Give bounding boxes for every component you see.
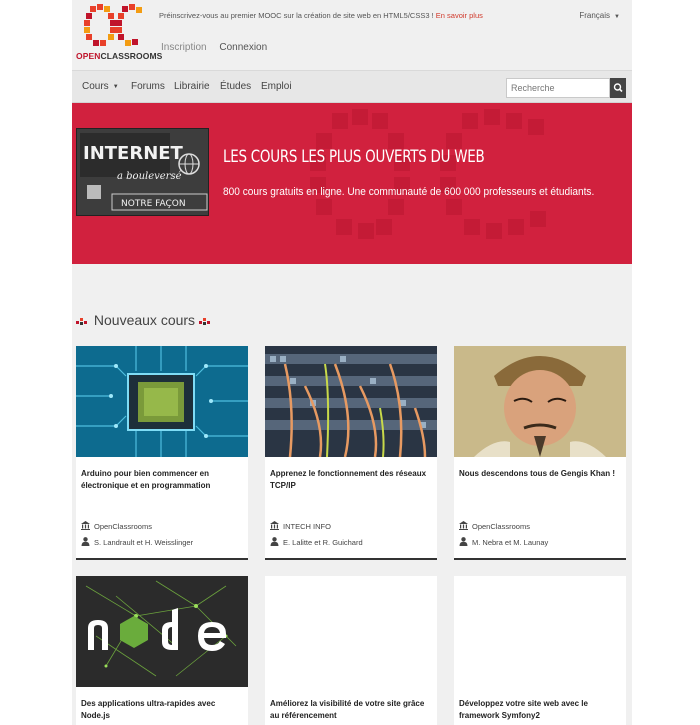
hero-image-line-3: NOTRE FAÇON (121, 199, 186, 209)
course-thumbnail (76, 346, 248, 457)
caret-down-icon: ▼ (112, 84, 119, 90)
language-selector[interactable]: Français ▼ (579, 11, 620, 20)
promo-banner: Préinscrivez-vous au premier MOOC sur la… (159, 11, 483, 20)
course-title[interactable]: Améliorez la visibilité de votre site gr… (270, 698, 432, 722)
card-bottom-bar (76, 558, 248, 560)
course-authors-label: S. Landrault et H. Weisslinger (94, 538, 194, 547)
login-link[interactable]: Connexion (219, 42, 267, 53)
user-icon (81, 537, 90, 546)
card-bottom-bar (454, 558, 626, 560)
pixel-deco-icon (76, 315, 90, 325)
course-org-label: OpenClassrooms (472, 522, 530, 531)
course-thumbnail (265, 576, 437, 687)
course-org: OpenClassrooms (81, 521, 152, 531)
course-authors: M. Nebra et M. Launay (459, 537, 548, 547)
course-card[interactable]: Des applications ultra-rapides avec Node… (76, 576, 248, 725)
network-cables-image (265, 346, 437, 457)
promo-link[interactable]: En savoir plus (436, 11, 483, 20)
oc-logo-icon (84, 4, 142, 46)
course-authors: E. Lalitte et R. Guichard (270, 537, 363, 547)
search-form (506, 78, 626, 98)
genghis-portrait-image (454, 346, 626, 457)
course-title[interactable]: Arduino pour bien commencer en électroni… (81, 468, 243, 492)
hero-banner: INTERNET a bouleversé NOTRE FAÇON LES CO… (72, 103, 632, 264)
course-title[interactable]: Apprenez le fonctionnement des réseaux T… (270, 468, 432, 492)
nav-item-forums[interactable]: Forums (131, 81, 165, 92)
main-nav: Cours ▼ Forums Librairie Études Emploi (72, 70, 632, 103)
course-org: OpenClassrooms (459, 521, 530, 531)
logo-wordmark-classrooms: CLASSROOMS (100, 51, 163, 61)
course-thumbnail (454, 576, 626, 687)
course-title[interactable]: Des applications ultra-rapides avec Node… (81, 698, 243, 722)
auth-links: Inscription Connexion (161, 42, 277, 53)
search-button[interactable] (610, 78, 626, 98)
pixel-deco-icon (198, 315, 213, 325)
course-authors-label: E. Lalitte et R. Guichard (283, 538, 363, 547)
course-card[interactable]: Nous descendons tous de Gengis Khan ! Op… (454, 346, 626, 560)
institution-icon (81, 521, 90, 530)
course-thumbnail (265, 346, 437, 457)
course-org: INTECH INFO (270, 521, 331, 531)
site-header: OPENCLASSROOMS Préinscrivez-vous au prem… (72, 0, 632, 70)
caret-down-icon: ▼ (614, 14, 620, 20)
circuit-chip-image (76, 346, 248, 457)
language-label: Français (579, 11, 611, 20)
search-icon (613, 83, 623, 93)
course-card[interactable]: Améliorez la visibilité de votre site gr… (265, 576, 437, 725)
hero-image: INTERNET a bouleversé NOTRE FAÇON (76, 128, 209, 216)
course-authors: S. Landrault et H. Weisslinger (81, 537, 193, 547)
course-title[interactable]: Nous descendons tous de Gengis Khan ! (459, 468, 621, 480)
card-bottom-bar (265, 558, 437, 560)
oc-watermark (310, 109, 546, 239)
hero-title: LES COURS LES PLUS OUVERTS DU WEB (223, 147, 485, 167)
user-icon (270, 537, 279, 546)
hero-image-line-2: a bouleversé (117, 171, 182, 182)
course-card[interactable]: Apprenez le fonctionnement des réseaux T… (265, 346, 437, 560)
course-thumbnail (454, 346, 626, 457)
nav-item-emploi[interactable]: Emploi (261, 81, 292, 92)
logo-wordmark: OPENCLASSROOMS (76, 51, 162, 61)
nav-item-cours[interactable]: Cours ▼ (82, 81, 119, 92)
section-title: Nouveaux cours (76, 312, 213, 330)
openclassrooms-logo[interactable]: OPENCLASSROOMS (76, 4, 162, 62)
course-authors-label: M. Nebra et M. Launay (472, 538, 549, 547)
course-card[interactable]: Développez votre site web avec le framew… (454, 576, 626, 725)
logo-wordmark-open: OPEN (76, 51, 101, 61)
course-card[interactable]: Arduino pour bien commencer en électroni… (76, 346, 248, 560)
hero-image-line-1: INTERNET (83, 143, 184, 164)
hero-image-art: INTERNET a bouleversé NOTRE FAÇON (77, 129, 208, 215)
search-input[interactable] (506, 78, 610, 98)
page-container: OPENCLASSROOMS Préinscrivez-vous au prem… (72, 0, 632, 725)
course-org-label: INTECH INFO (283, 522, 331, 531)
section-title-text: Nouveaux cours (93, 312, 196, 328)
course-org-label: OpenClassrooms (94, 522, 152, 531)
institution-icon (459, 521, 468, 530)
user-icon (459, 537, 468, 546)
nav-item-cours-label: Cours (82, 81, 109, 92)
course-title[interactable]: Développez votre site web avec le framew… (459, 698, 621, 722)
promo-text: Préinscrivez-vous au premier MOOC sur la… (159, 11, 434, 20)
nav-item-etudes[interactable]: Études (220, 81, 251, 92)
course-thumbnail (76, 576, 248, 687)
nodejs-logo-image (76, 576, 248, 687)
institution-icon (270, 521, 279, 530)
nav-item-librairie[interactable]: Librairie (174, 81, 210, 92)
signup-link[interactable]: Inscription (161, 42, 207, 53)
hero-subtitle: 800 cours gratuits en ligne. Une communa… (223, 186, 595, 198)
